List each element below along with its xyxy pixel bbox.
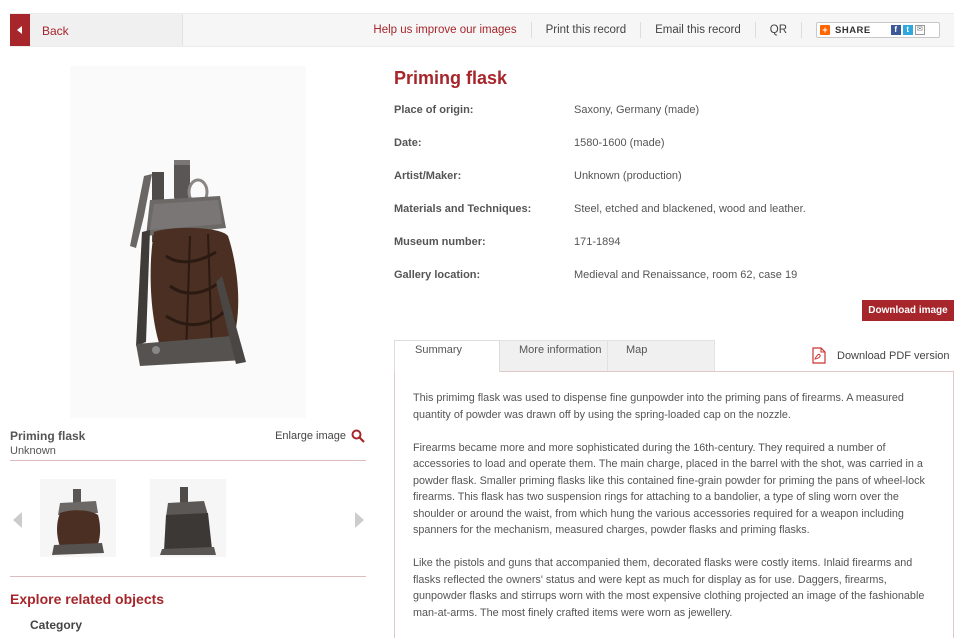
field-label-maker: Artist/Maker: <box>394 170 462 182</box>
download-image-button[interactable]: Download image <box>862 300 954 321</box>
image-caption-title: Priming flask <box>10 429 86 443</box>
field-label-place: Place of origin: <box>394 104 474 116</box>
share-button[interactable]: + SHARE f t ✉ <box>816 22 940 38</box>
back-button[interactable]: Back <box>10 14 183 46</box>
field-value-place: Saxony, Germany (made) <box>574 104 700 116</box>
pdf-icon <box>812 347 826 364</box>
field-label-date: Date: <box>394 137 422 149</box>
summary-paragraph-3: Like the pistols and guns that accompani… <box>413 557 925 619</box>
summary-panel: This primimg flask was used to dispense … <box>394 371 954 638</box>
magnifier-icon <box>351 429 365 443</box>
field-label-gallery: Gallery location: <box>394 269 481 281</box>
category-heading: Category <box>30 618 83 632</box>
thumbnail-2[interactable] <box>150 479 226 557</box>
back-label: Back <box>42 24 69 38</box>
thumbnail-1[interactable] <box>40 479 116 557</box>
field-label-materials: Materials and Techniques: <box>394 203 532 215</box>
toolbar-links: Help us improve our images Print this re… <box>359 14 954 46</box>
print-record-link[interactable]: Print this record <box>532 22 642 38</box>
caption-divider <box>10 460 366 461</box>
field-value-date: 1580-1600 (made) <box>574 137 665 149</box>
field-value-museum-number: 171-1894 <box>574 236 621 248</box>
tab-summary[interactable]: Summary <box>394 340 500 372</box>
enlarge-image-link[interactable]: Enlarge image <box>275 429 365 443</box>
related-objects-heading: Explore related objects <box>10 591 165 607</box>
email-record-link[interactable]: Email this record <box>641 22 756 38</box>
record-title: Priming flask <box>394 68 508 88</box>
field-value-materials: Steel, etched and blackened, wood and le… <box>574 203 806 215</box>
summary-paragraph-1: This primimg flask was used to dispense … <box>413 392 904 421</box>
summary-paragraph-2: Firearms became more and more sophistica… <box>413 441 925 537</box>
share-plus-icon: + <box>820 25 830 35</box>
chevron-right-icon[interactable] <box>355 512 364 528</box>
qr-link[interactable]: QR <box>756 22 802 38</box>
enlarge-image-label: Enlarge image <box>275 430 346 442</box>
improve-images-link[interactable]: Help us improve our images <box>359 22 532 38</box>
download-pdf-link[interactable]: Download PDF version <box>811 347 950 364</box>
tab-map[interactable]: Map <box>608 340 715 371</box>
related-divider <box>10 576 366 577</box>
chevron-left-icon[interactable] <box>13 512 22 528</box>
object-main-image[interactable] <box>70 66 306 418</box>
field-label-museum-number: Museum number: <box>394 236 486 248</box>
download-pdf-label: Download PDF version <box>837 349 950 362</box>
twitter-icon: t <box>902 25 913 35</box>
facebook-icon: f <box>890 25 901 35</box>
image-caption-maker: Unknown <box>10 445 56 457</box>
field-value-gallery: Medieval and Renaissance, room 62, case … <box>574 269 798 281</box>
field-value-maker: Unknown (production) <box>574 170 682 182</box>
record-toolbar: Back Help us improve our images Print th… <box>10 13 954 47</box>
back-arrow-icon <box>10 14 30 46</box>
email-icon: ✉ <box>914 25 925 35</box>
tab-more-information[interactable]: More information <box>500 340 608 371</box>
share-label: SHARE <box>835 24 871 36</box>
